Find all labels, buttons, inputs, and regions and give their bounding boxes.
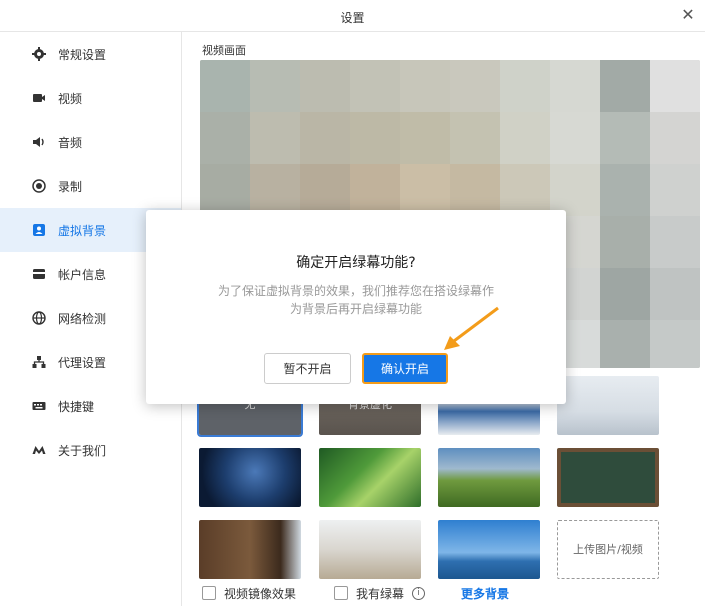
bg-thumb-office-bright[interactable] — [557, 376, 659, 435]
bg-thumb-water-drop-leaf[interactable] — [319, 448, 421, 507]
bg-thumb-label: 上传图片/视频 — [573, 543, 643, 556]
sidebar-item-record[interactable]: 录制 — [0, 164, 181, 208]
cancel-button[interactable]: 暂不开启 — [264, 353, 351, 384]
sidebar-item-label: 视频 — [58, 91, 83, 106]
mirror-checkbox[interactable]: 视频镜像效果 — [202, 585, 296, 602]
checkbox-box[interactable] — [334, 586, 349, 600]
close-icon[interactable]: ✕ — [679, 6, 697, 24]
sidebar-item-label: 音频 — [58, 135, 83, 150]
sidebar-item-video[interactable]: 视频 — [0, 76, 181, 120]
greenscreen-label: 我有绿幕 — [356, 586, 405, 601]
sidebar-item-label: 虚拟背景 — [58, 223, 107, 238]
gear-icon — [32, 47, 46, 61]
info-icon[interactable]: i — [412, 586, 426, 600]
sidebar-item-about[interactable]: 关于我们 — [0, 428, 181, 472]
keyboard-icon — [32, 399, 46, 413]
globe-icon — [32, 311, 46, 325]
sidebar-item-label: 快捷键 — [58, 399, 95, 414]
sidebar-item-general[interactable]: 常规设置 — [0, 32, 181, 76]
sidebar-item-label: 录制 — [58, 179, 83, 194]
title-bar: 设置 ✕ — [0, 0, 705, 32]
bg-thumb-sky-sea[interactable] — [438, 520, 540, 579]
dialog-title: 确定开启绿幕功能? — [296, 255, 416, 271]
bg-thumb-upload[interactable]: 上传图片/视频 — [557, 520, 659, 579]
network-icon — [32, 355, 46, 369]
video-preview-label: 视频画面 — [202, 44, 246, 57]
user-badge-icon — [32, 223, 46, 237]
sidebar-item-audio[interactable]: 音频 — [0, 120, 181, 164]
dialog-message: 为了保证虚拟背景的效果，我们推荐您在搭设绿幕作 为背景后再开启绿幕功能 — [186, 282, 526, 318]
sidebar-item-label: 常规设置 — [58, 47, 107, 62]
window-title: 设置 — [340, 11, 365, 25]
sidebar-item-label: 帐户信息 — [58, 267, 107, 282]
record-icon — [32, 179, 46, 193]
bg-thumb-chalkboard[interactable] — [557, 448, 659, 507]
checkbox-box[interactable] — [202, 586, 216, 600]
logo-m-icon — [32, 443, 46, 457]
more-backgrounds-link[interactable]: 更多背景 — [461, 585, 509, 602]
speaker-icon — [32, 135, 46, 149]
sidebar-item-label: 网络检测 — [58, 311, 107, 326]
confirm-button[interactable]: 确认开启 — [362, 353, 448, 384]
sidebar-item-label: 关于我们 — [58, 443, 107, 458]
mirror-label: 视频镜像效果 — [224, 586, 297, 601]
confirm-greenscreen-dialog: 确定开启绿幕功能? 为了保证虚拟背景的效果，我们推荐您在搭设绿幕作 为背景后再开… — [146, 210, 566, 404]
dialog-message-line: 为背景后再开启绿幕功能 — [289, 302, 422, 316]
card-icon — [32, 267, 46, 281]
bottom-options: 视频镜像效果 我有绿幕 i 更多背景 — [202, 582, 682, 604]
greenscreen-checkbox[interactable]: 我有绿幕 i — [334, 585, 426, 602]
bg-thumb-star-trails[interactable] — [199, 448, 301, 507]
bg-thumb-green-hills[interactable] — [438, 448, 540, 507]
bg-thumb-white-room[interactable] — [319, 520, 421, 579]
sidebar-item-label: 代理设置 — [58, 355, 107, 370]
dialog-message-line: 为了保证虚拟背景的效果，我们推荐您在搭设绿幕作 — [217, 284, 494, 298]
camera-icon — [32, 91, 46, 105]
bg-thumb-bookshelf[interactable] — [199, 520, 301, 579]
